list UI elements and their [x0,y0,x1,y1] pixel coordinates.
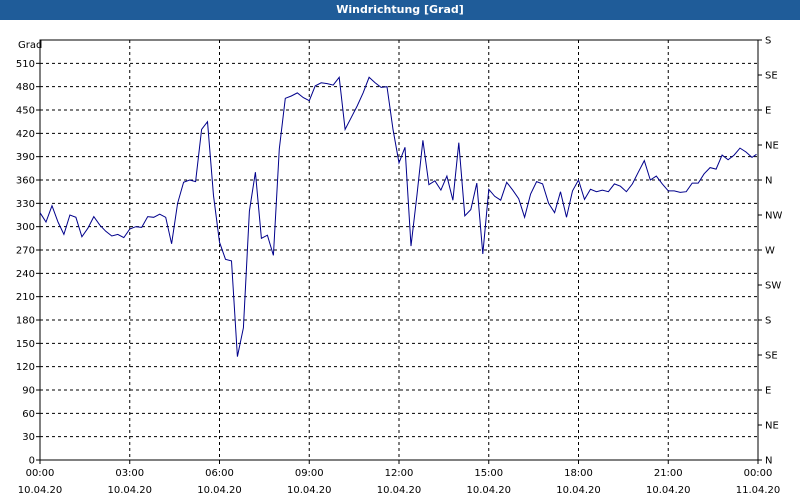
y-tick-label: 180 [16,316,35,327]
x-tick-time: 06:00 [205,468,234,479]
x-tick-date: 10.04.20 [466,485,511,496]
compass-tick-label: NW [765,211,782,222]
y-axis-right: N NE E SE S SW W NW N NE E SE S [758,36,782,467]
compass-tick-label: E [765,106,771,117]
x-tick-time: 00:00 [26,468,55,479]
y-tick-label: 120 [16,362,35,373]
x-tick-date: 10.04.20 [18,485,63,496]
y-tick-label: 360 [16,176,35,187]
compass-tick-label: SE [765,71,778,82]
compass-tick-label: NE [765,141,779,152]
y-tick-label: 30 [22,432,35,443]
y-tick-label: 90 [22,386,35,397]
window-title: Windrichtung [Grad] [0,0,800,20]
compass-tick-label: E [765,386,771,397]
y-tick-label: 300 [16,222,35,233]
compass-tick-label: SW [765,281,781,292]
compass-tick-label: N [765,456,772,467]
x-tick-date: 11.04.20 [736,485,781,496]
compass-tick-label: N [765,176,772,187]
x-tick-time: 12:00 [385,468,414,479]
y-tick-label: 150 [16,339,35,350]
y-tick-label: 510 [16,59,35,70]
y-tick-label: 240 [16,269,35,280]
y-axis-left: 0 30 60 90 120 150 180 210 240 270 300 330 360 390 420… [16,59,40,467]
x-tick-date: 10.04.20 [646,485,691,496]
y-tick-label: 210 [16,292,35,303]
x-tick-date: 10.04.20 [107,485,152,496]
compass-tick-label: S [765,36,771,47]
x-tick-date: 10.04.20 [556,485,601,496]
y-tick-label: 330 [16,199,35,210]
x-tick-date: 10.04.20 [287,485,332,496]
y-tick-label: 450 [16,106,35,117]
x-tick-time: 09:00 [295,468,324,479]
x-axis: 00:00 10.04.20 03:00 10.04.20 06:00 10.04.20 0… [18,460,781,496]
wind-direction-chart: 0 30 60 90 120 150 180 210 240 270 300 330 360 390 420… [16,36,783,497]
x-tick-date: 10.04.20 [377,485,422,496]
x-tick-time: 00:00 [744,468,773,479]
compass-tick-label: SE [765,351,778,362]
y-tick-label: 480 [16,82,35,93]
y-tick-label: 420 [16,129,35,140]
y-tick-label: 0 [29,456,35,467]
y-tick-label: 60 [22,409,35,420]
compass-tick-label: S [765,316,771,327]
compass-tick-label: W [765,246,775,257]
y-tick-label: 390 [16,152,35,163]
x-tick-time: 15:00 [474,468,503,479]
y-tick-label: 270 [16,246,35,257]
x-tick-date: 10.04.20 [197,485,242,496]
y-axis-label: Grad [18,40,42,51]
x-tick-time: 21:00 [654,468,683,479]
compass-tick-label: NE [765,421,779,432]
x-tick-time: 18:00 [564,468,593,479]
x-tick-time: 03:00 [115,468,144,479]
